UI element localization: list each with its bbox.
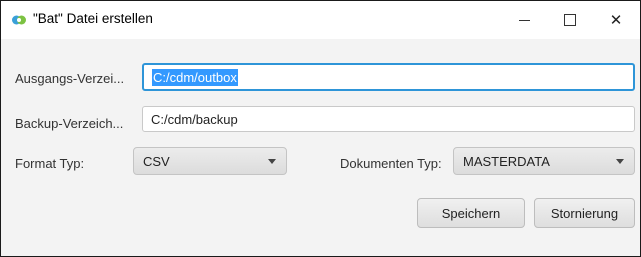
close-icon: ✕: [609, 11, 623, 29]
title-bar[interactable]: "Bat" Datei erstellen ✕: [1, 1, 640, 39]
output-dir-value: C:/cdm/outbox: [152, 69, 238, 86]
output-dir-label: Ausgangs-Verzei...: [15, 71, 125, 86]
maximize-icon: [564, 14, 576, 26]
backup-dir-input[interactable]: C:/cdm/backup: [142, 106, 635, 132]
cancel-button[interactable]: Stornierung: [534, 198, 635, 228]
format-type-value: CSV: [143, 154, 170, 169]
document-type-label: Dokumenten Typ:: [340, 156, 442, 171]
document-type-select[interactable]: MASTERDATA: [453, 147, 635, 175]
app-icon: [12, 15, 26, 25]
minimize-icon: [518, 19, 530, 21]
dialog-window: "Bat" Datei erstellen ✕ Ausgangs-Verzei.…: [0, 0, 641, 257]
backup-dir-label: Backup-Verzeich...: [15, 116, 124, 131]
close-button[interactable]: ✕: [593, 1, 639, 39]
minimize-button[interactable]: [501, 1, 547, 39]
format-type-label: Format Typ:: [15, 156, 85, 171]
save-button[interactable]: Speichern: [417, 198, 525, 228]
window-title: "Bat" Datei erstellen: [33, 11, 153, 26]
document-type-value: MASTERDATA: [463, 154, 550, 169]
chevron-down-icon: [616, 159, 624, 164]
format-type-select[interactable]: CSV: [133, 147, 287, 175]
backup-dir-value: C:/cdm/backup: [151, 112, 238, 127]
output-dir-input[interactable]: C:/cdm/outbox: [142, 63, 635, 91]
chevron-down-icon: [268, 159, 276, 164]
maximize-button[interactable]: [547, 1, 593, 39]
